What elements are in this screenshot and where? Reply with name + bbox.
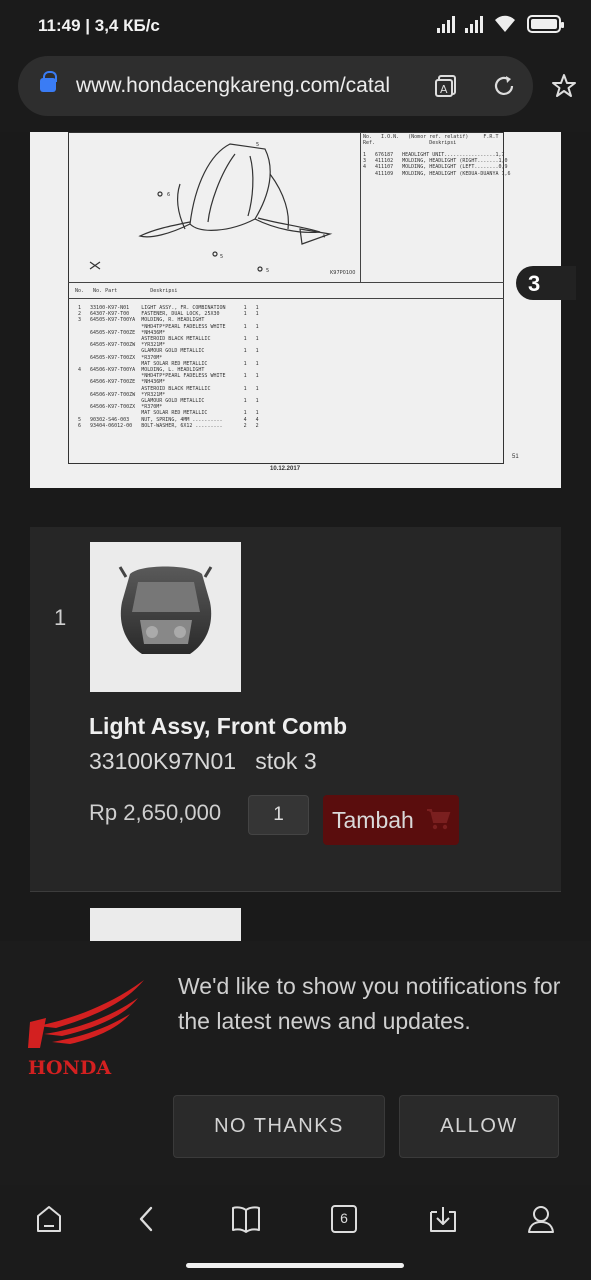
product-price: Rp 2,650,000 [89, 800, 222, 825]
product-image[interactable] [90, 542, 241, 692]
lock-icon[interactable] [40, 71, 57, 92]
diagram-ref-header: No. I.O.N. (Nomor ref. relatif) F.R.T Re… [363, 134, 499, 147]
svg-text:4: 4 [322, 234, 325, 240]
svg-text:K97P0100: K97P0100 [330, 270, 355, 276]
honda-wing-logo: HONDA [28, 980, 144, 1078]
svg-text:5: 5 [266, 268, 269, 274]
add-to-cart-label: Tambah [332, 807, 414, 833]
battery-icon [527, 15, 564, 33]
diagram-page-number: 51 [512, 454, 519, 460]
cart-icon [427, 809, 451, 830]
quantity-input[interactable]: 1 [248, 795, 309, 835]
section-tab[interactable]: 3 [516, 266, 576, 300]
svg-text:5: 5 [256, 142, 259, 148]
back-icon[interactable] [130, 1202, 164, 1236]
url-text[interactable]: www.hondacengkareng.com/catal [76, 74, 406, 98]
bookmarks-book-icon[interactable] [229, 1202, 263, 1236]
product-card: 1 Light Assy, Front Comb 33100K97N01 sto… [30, 527, 561, 891]
exploded-view-drawing: 5 4 6 5 5 K97P0100 [89, 142, 355, 276]
status-bar: 11:49 | 3,4 КБ/с [0, 0, 591, 52]
status-time: 11:49 | 3,4 КБ/с [38, 16, 160, 35]
diagram-ref-rows: 1 676187 HEADLIGHT UNIT.................… [363, 152, 511, 177]
wifi-icon [495, 15, 515, 33]
address-bar[interactable]: www.hondacengkareng.com/catal A [18, 56, 533, 116]
profile-icon[interactable] [524, 1202, 558, 1236]
diagram-table-header: No. No. Part Deskripsi [75, 288, 178, 294]
downloads-icon[interactable] [426, 1202, 460, 1236]
svg-text:5: 5 [220, 254, 223, 260]
section-tab-label: 3 [528, 271, 541, 296]
signal-icon [437, 15, 455, 33]
reload-icon[interactable] [491, 73, 517, 99]
notification-prompt: HONDA We'd like to show you notification… [0, 941, 591, 1185]
bookmark-star-icon[interactable] [550, 72, 578, 100]
home-icon[interactable] [32, 1202, 66, 1236]
browser-bottom-nav: 6 [0, 1185, 591, 1280]
product-code-stock: 33100K97N01 stok 3 [89, 748, 317, 774]
allow-button[interactable]: ALLOW [399, 1095, 559, 1158]
home-indicator[interactable] [186, 1263, 404, 1268]
add-to-cart-button[interactable]: Tambah [323, 795, 459, 845]
notification-message: We'd like to show you notifications for … [178, 973, 561, 1034]
signal-icon-2 [465, 15, 483, 33]
tabs-count: 6 [340, 1210, 348, 1226]
svg-text:6: 6 [167, 192, 170, 198]
translate-icon[interactable]: A [433, 73, 459, 99]
next-product-image[interactable] [90, 908, 241, 942]
status-icons [437, 14, 564, 34]
tabs-button[interactable]: 6 [327, 1202, 361, 1236]
row-number: 1 [54, 605, 67, 630]
svg-text:A: A [440, 83, 448, 96]
no-thanks-button[interactable]: NO THANKS [173, 1095, 385, 1158]
browser-toolbar: www.hondacengkareng.com/catal A [0, 52, 591, 132]
diagram-date: 10.12.2017 [270, 466, 301, 472]
product-name[interactable]: Light Assy, Front Comb [89, 713, 347, 740]
parts-diagram: 5 4 6 5 5 K97P0100 No. I.O.N. (Nomor ref. r… [30, 132, 561, 488]
diagram-parts-rows: 1 33100-K97-N01 LIGHT ASSY., FR. COMBINA… [78, 305, 259, 429]
svg-text:HONDA: HONDA [28, 1057, 111, 1078]
headlight-image [118, 566, 213, 654]
card-divider [30, 891, 561, 892]
